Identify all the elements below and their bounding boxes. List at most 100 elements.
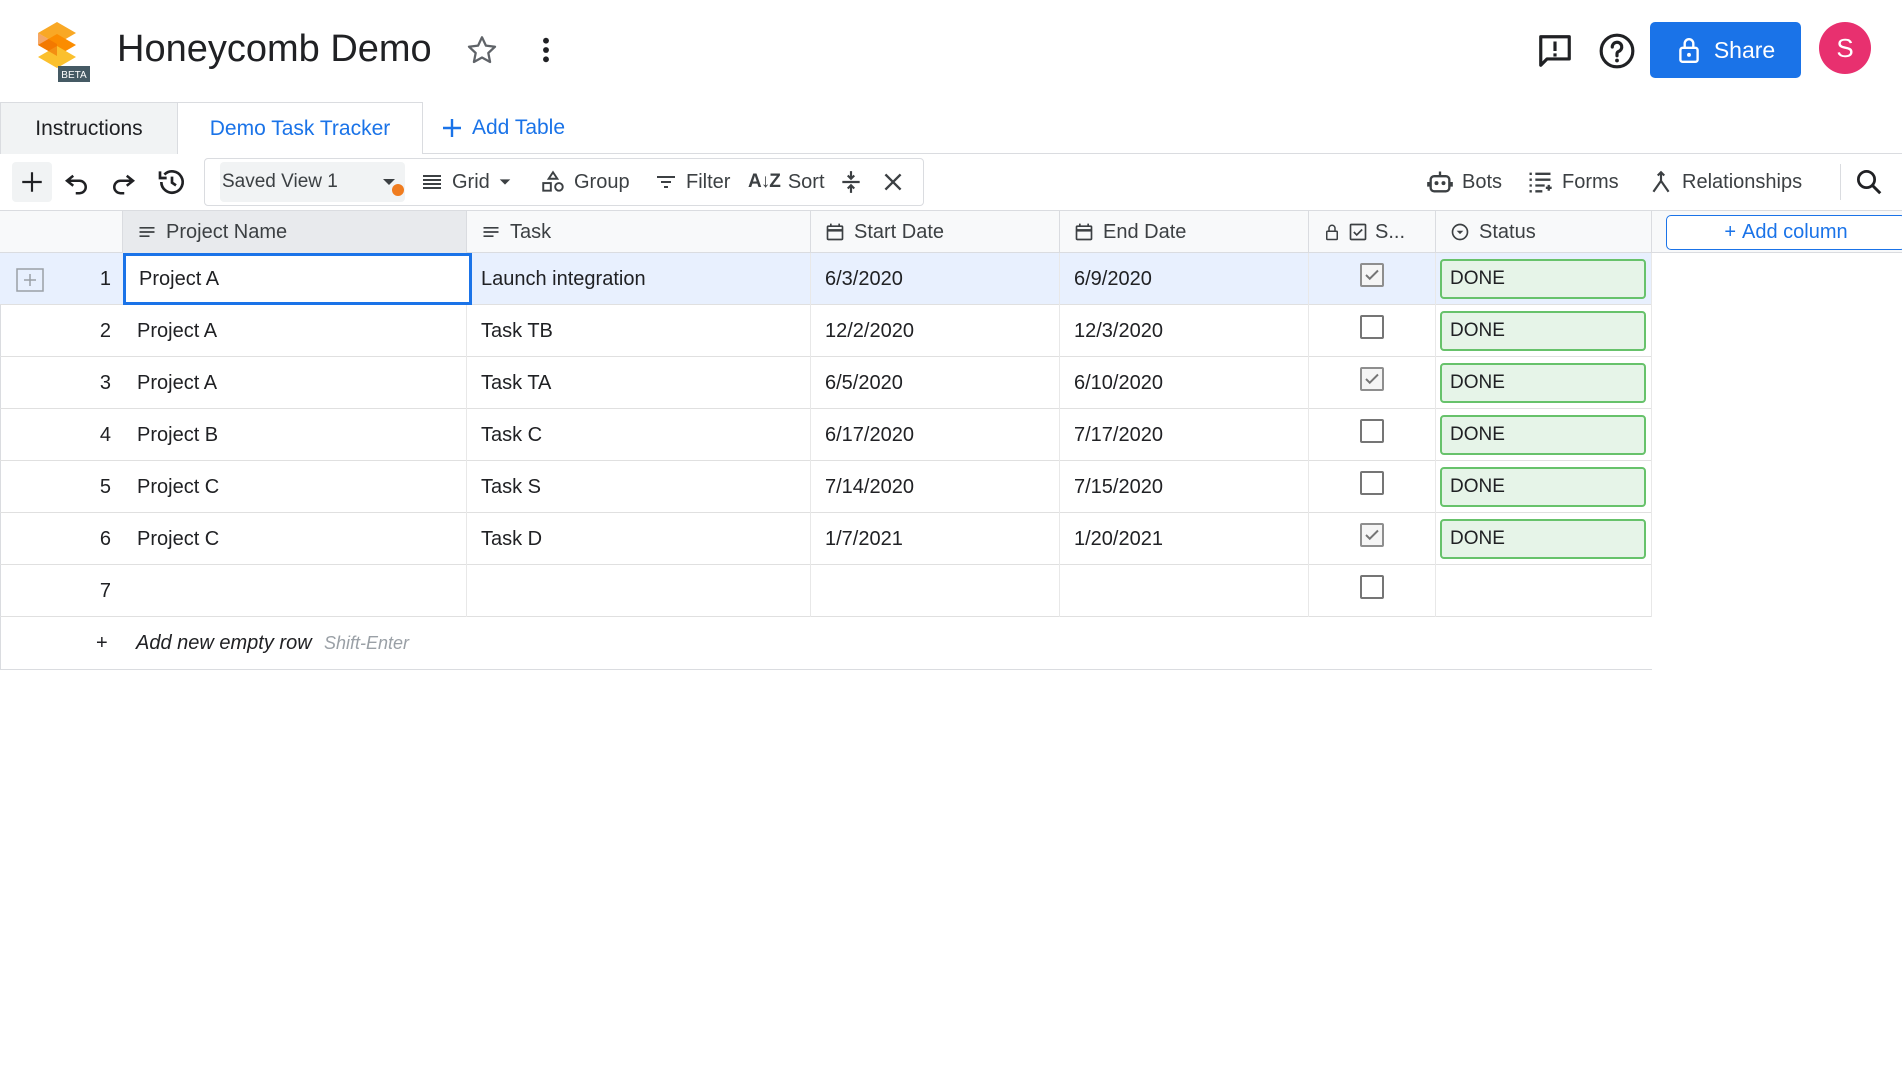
relationships-button[interactable]: Relationships bbox=[1648, 162, 1802, 202]
cell-end-date[interactable] bbox=[1060, 565, 1309, 617]
tab-instructions[interactable]: Instructions bbox=[0, 102, 178, 154]
cell-start-date[interactable]: 6/3/2020 bbox=[811, 253, 1060, 305]
column-header-status[interactable]: Status bbox=[1436, 211, 1652, 253]
table-row[interactable]: 3 Project A Task TA 6/5/2020 6/10/2020 D… bbox=[0, 357, 1652, 409]
cell-checkbox[interactable] bbox=[1309, 305, 1436, 357]
cell-end-date[interactable]: 6/10/2020 bbox=[1060, 357, 1309, 409]
checkbox-unchecked[interactable] bbox=[1360, 471, 1384, 495]
status-badge[interactable]: DONE bbox=[1440, 259, 1646, 299]
cell-task[interactable]: Launch integration bbox=[467, 253, 811, 305]
table-row[interactable]: 6 Project C Task D 1/7/2021 1/20/2021 DO… bbox=[0, 513, 1652, 565]
add-column-button[interactable]: + Add column bbox=[1666, 215, 1902, 250]
checkbox-unchecked[interactable] bbox=[1360, 419, 1384, 443]
column-header-task[interactable]: Task bbox=[467, 211, 811, 253]
cell-task[interactable]: Task S bbox=[467, 461, 811, 513]
cell-task[interactable]: Task TA bbox=[467, 357, 811, 409]
search-icon[interactable] bbox=[1854, 162, 1884, 202]
star-icon[interactable] bbox=[464, 32, 500, 68]
honeycomb-logo-icon[interactable]: BETA bbox=[26, 20, 92, 84]
cell-project-name[interactable]: Project A bbox=[123, 253, 472, 305]
cell-status[interactable]: DONE bbox=[1436, 305, 1652, 357]
grid-view-button[interactable]: Grid bbox=[420, 162, 512, 202]
cell-project-name[interactable]: Project C bbox=[123, 461, 467, 513]
cell-checkbox[interactable] bbox=[1309, 565, 1436, 617]
column-header-start-date[interactable]: Start Date bbox=[811, 211, 1060, 253]
text-field-icon bbox=[483, 227, 499, 237]
filter-button[interactable]: Filter bbox=[654, 162, 730, 202]
saved-view-dropdown[interactable]: Saved View 1 bbox=[220, 162, 405, 202]
status-badge[interactable]: DONE bbox=[1440, 311, 1646, 351]
status-badge[interactable]: DONE bbox=[1440, 415, 1646, 455]
document-title[interactable]: Honeycomb Demo bbox=[117, 28, 432, 71]
checkbox-checked[interactable] bbox=[1360, 523, 1384, 547]
status-badge[interactable]: DONE bbox=[1440, 363, 1646, 403]
group-button[interactable]: Group bbox=[540, 162, 630, 202]
user-avatar[interactable]: S bbox=[1819, 22, 1871, 74]
cell-checkbox[interactable] bbox=[1309, 357, 1436, 409]
checkbox-checked[interactable] bbox=[1360, 263, 1384, 287]
calendar-icon bbox=[1075, 223, 1093, 241]
cell-checkbox[interactable] bbox=[1309, 409, 1436, 461]
cell-task[interactable]: Task D bbox=[467, 513, 811, 565]
cell-task[interactable]: Task C bbox=[467, 409, 811, 461]
cell-end-date[interactable]: 7/17/2020 bbox=[1060, 409, 1309, 461]
sort-button[interactable]: A↓Z Sort bbox=[748, 162, 825, 202]
cell-start-date[interactable]: 6/17/2020 bbox=[811, 409, 1060, 461]
help-icon[interactable] bbox=[1598, 32, 1636, 70]
row-height-icon[interactable] bbox=[838, 162, 864, 202]
forms-button[interactable]: Forms bbox=[1526, 162, 1619, 202]
table-row[interactable]: 4 Project B Task C 6/17/2020 7/17/2020 D… bbox=[0, 409, 1652, 461]
table-row[interactable]: 5 Project C Task S 7/14/2020 7/15/2020 D… bbox=[0, 461, 1652, 513]
feedback-icon[interactable] bbox=[1536, 32, 1574, 70]
svg-text:BETA: BETA bbox=[61, 70, 87, 81]
cell-checkbox[interactable] bbox=[1309, 253, 1436, 305]
bots-button[interactable]: Bots bbox=[1426, 162, 1502, 202]
cell-start-date[interactable]: 1/7/2021 bbox=[811, 513, 1060, 565]
column-header-end-date[interactable]: End Date bbox=[1060, 211, 1309, 253]
cell-start-date[interactable]: 12/2/2020 bbox=[811, 305, 1060, 357]
redo-icon[interactable] bbox=[108, 162, 138, 202]
tab-demo-task-tracker[interactable]: Demo Task Tracker bbox=[178, 102, 423, 155]
add-table-button[interactable]: Add Table bbox=[440, 102, 565, 154]
table-row[interactable]: 1 Project A Launch integration 6/3/2020 … bbox=[0, 253, 1652, 305]
history-icon[interactable] bbox=[156, 162, 188, 202]
more-vert-icon[interactable] bbox=[530, 32, 562, 68]
add-row-button[interactable]: + Add new empty row Shift-Enter bbox=[0, 618, 1652, 670]
cell-task[interactable] bbox=[467, 565, 811, 617]
cell-status[interactable]: DONE bbox=[1436, 513, 1652, 565]
checkbox-checked[interactable] bbox=[1360, 367, 1384, 391]
cell-start-date[interactable]: 7/14/2020 bbox=[811, 461, 1060, 513]
cell-status[interactable]: DONE bbox=[1436, 357, 1652, 409]
cell-start-date[interactable]: 6/5/2020 bbox=[811, 357, 1060, 409]
cell-project-name[interactable]: Project A bbox=[123, 305, 467, 357]
checkbox-unchecked[interactable] bbox=[1360, 315, 1384, 339]
cell-project-name[interactable]: Project B bbox=[123, 409, 467, 461]
cell-end-date[interactable]: 6/9/2020 bbox=[1060, 253, 1309, 305]
table-row[interactable]: 2 Project A Task TB 12/2/2020 12/3/2020 … bbox=[0, 305, 1652, 357]
cell-status[interactable]: DONE bbox=[1436, 461, 1652, 513]
close-icon[interactable] bbox=[880, 162, 906, 202]
cell-end-date[interactable]: 12/3/2020 bbox=[1060, 305, 1309, 357]
cell-end-date[interactable]: 1/20/2021 bbox=[1060, 513, 1309, 565]
undo-icon[interactable] bbox=[62, 162, 92, 202]
cell-project-name[interactable] bbox=[123, 565, 467, 617]
bots-label: Bots bbox=[1462, 170, 1503, 193]
cell-status[interactable] bbox=[1436, 565, 1652, 617]
cell-project-name[interactable]: Project A bbox=[123, 357, 467, 409]
cell-status[interactable]: DONE bbox=[1436, 253, 1652, 305]
checkbox-unchecked[interactable] bbox=[1360, 575, 1384, 599]
status-badge[interactable]: DONE bbox=[1440, 467, 1646, 507]
status-badge[interactable]: DONE bbox=[1440, 519, 1646, 559]
cell-checkbox[interactable] bbox=[1309, 513, 1436, 565]
share-button[interactable]: Share bbox=[1650, 22, 1801, 78]
cell-checkbox[interactable] bbox=[1309, 461, 1436, 513]
add-record-button[interactable] bbox=[12, 162, 52, 202]
column-header-checkbox[interactable]: S... bbox=[1309, 211, 1436, 253]
cell-status[interactable]: DONE bbox=[1436, 409, 1652, 461]
cell-start-date[interactable] bbox=[811, 565, 1060, 617]
column-header-project-name[interactable]: Project Name bbox=[123, 211, 467, 253]
cell-task[interactable]: Task TB bbox=[467, 305, 811, 357]
table-row[interactable]: 7 bbox=[0, 565, 1652, 617]
cell-end-date[interactable]: 7/15/2020 bbox=[1060, 461, 1309, 513]
cell-project-name[interactable]: Project C bbox=[123, 513, 467, 565]
